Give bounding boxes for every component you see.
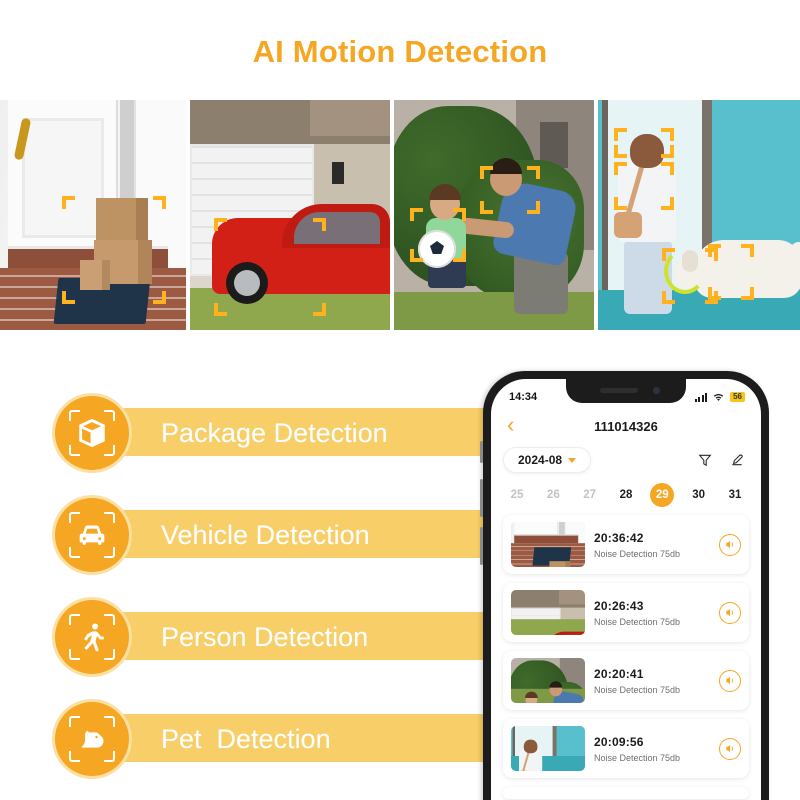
- detection-bracket: [708, 244, 754, 300]
- detection-bracket: [410, 208, 466, 262]
- page-title: AI Motion Detection: [252, 34, 548, 69]
- feature-vehicle-detection[interactable]: Vehicle Detection: [55, 498, 505, 572]
- event-time: 20:36:42: [594, 530, 644, 545]
- detection-bracket: [214, 218, 326, 316]
- front-camera: [653, 387, 660, 394]
- event-time: 20:26:43: [594, 598, 644, 613]
- day-selector: 25 26 27 28 29 30 31: [491, 475, 761, 513]
- event-description: Noise Detection 75db: [594, 548, 681, 559]
- event-description: Noise Detection 75db: [594, 616, 681, 627]
- detection-bracket: [614, 162, 674, 210]
- detection-bracket: [614, 128, 674, 158]
- filter-icon[interactable]: [697, 452, 713, 468]
- event-thumbnail-package: [511, 522, 585, 567]
- photo-package-on-porch: [0, 100, 186, 330]
- photo-red-car-driveway: [190, 100, 390, 330]
- speaker-icon[interactable]: [719, 737, 741, 760]
- detection-feature-list: Package Detection Vehicle Detection Pers…: [55, 396, 505, 800]
- phone-notch: [566, 379, 686, 403]
- event-thumbnail-pet: [511, 726, 585, 771]
- event-card[interactable]: 20:20:41 Noise Detection 75db: [503, 651, 749, 710]
- toolbar: 2024-08: [491, 443, 761, 475]
- phone-screen: 14:34 56 ‹ 111014326 2024-08 25 26 27 28…: [491, 379, 761, 800]
- package-icon: [55, 396, 129, 470]
- photo-father-and-child: [394, 100, 594, 330]
- speaker-icon[interactable]: [719, 533, 741, 556]
- vehicle-icon: [55, 498, 129, 572]
- event-card[interactable]: 20:09:56 Noise Detection 75db: [503, 719, 749, 778]
- day-29-selected[interactable]: 29: [650, 483, 675, 507]
- day-30[interactable]: 30: [687, 483, 711, 507]
- phone-volume-up-button[interactable]: [480, 479, 483, 517]
- feature-package-detection[interactable]: Package Detection: [55, 396, 505, 470]
- day-25[interactable]: 25: [505, 483, 529, 507]
- event-thumbnail-person: [511, 658, 585, 703]
- event-time: 20:20:41: [594, 666, 644, 681]
- caret-down-icon: [568, 457, 577, 463]
- feature-label: Package Detection: [161, 417, 388, 448]
- ai-motion-detection-page: AI Motion Detection Package Detection Ve…: [0, 0, 800, 800]
- day-28[interactable]: 28: [614, 483, 638, 507]
- phone-mute-switch[interactable]: [480, 441, 483, 463]
- detection-bracket: [480, 166, 540, 214]
- feature-label: Pet Detection: [161, 723, 331, 754]
- event-description: Noise Detection 75db: [594, 752, 681, 763]
- feature-pet-detection[interactable]: Pet Detection: [55, 702, 505, 776]
- wifi-icon: [713, 393, 724, 401]
- feature-label: Vehicle Detection: [161, 519, 370, 550]
- speaker-icon[interactable]: [719, 669, 741, 692]
- status-time: 14:34: [509, 391, 538, 403]
- device-title: 111014326: [594, 418, 658, 434]
- event-card-partial[interactable]: [503, 787, 749, 799]
- event-thumbnail-vehicle: [511, 590, 585, 635]
- event-card[interactable]: 20:26:43 Noise Detection 75db: [503, 583, 749, 642]
- day-27[interactable]: 27: [578, 483, 602, 507]
- photo-strip: [0, 100, 800, 330]
- speaker-icon[interactable]: [719, 601, 741, 624]
- cellular-signal-icon: [694, 392, 708, 402]
- detection-bracket: [62, 196, 166, 304]
- month-selector[interactable]: 2024-08: [503, 447, 592, 473]
- pet-icon: [55, 702, 129, 776]
- month-value: 2024-08: [518, 453, 563, 467]
- event-description: Noise Detection 75db: [594, 684, 681, 695]
- feature-person-detection[interactable]: Person Detection: [55, 600, 505, 674]
- phone-mockup: 14:34 56 ‹ 111014326 2024-08 25 26 27 28…: [480, 371, 769, 800]
- phone-volume-down-button[interactable]: [480, 527, 483, 565]
- day-31[interactable]: 31: [723, 483, 747, 507]
- earpiece-speaker: [600, 388, 638, 393]
- event-time: 20:09:56: [594, 734, 644, 749]
- navigation-bar: ‹ 111014326: [491, 409, 761, 443]
- photo-woman-walking-dog: [598, 100, 800, 330]
- battery-indicator: 56: [730, 392, 745, 402]
- event-list: 20:36:42 Noise Detection 75db 20:26:43 N…: [491, 513, 761, 799]
- day-26[interactable]: 26: [541, 483, 565, 507]
- edit-pencil-icon[interactable]: [729, 452, 745, 468]
- person-icon: [55, 600, 129, 674]
- feature-label: Person Detection: [161, 621, 369, 652]
- event-card[interactable]: 20:36:42 Noise Detection 75db: [503, 515, 749, 574]
